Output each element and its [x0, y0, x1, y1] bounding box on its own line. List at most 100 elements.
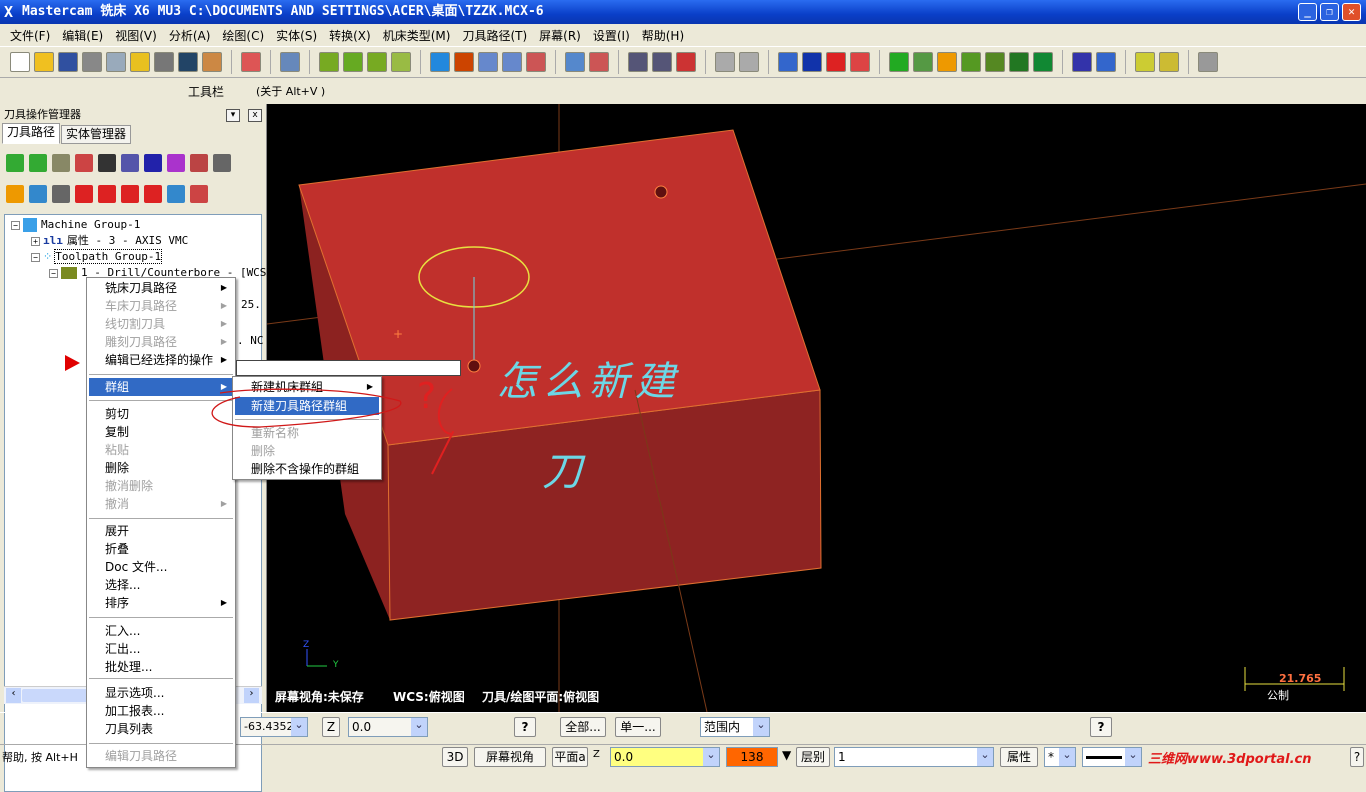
toolbar-button-icon[interactable]: [1009, 52, 1029, 72]
point-style-dropdown[interactable]: *: [1044, 747, 1076, 767]
tree-node-properties[interactable]: + ılı 属性 - 3 - AXIS VMC: [31, 233, 188, 249]
menu-item[interactable]: 汇出...: [89, 640, 233, 658]
menu-item[interactable]: 展开: [89, 522, 233, 540]
toolbar-button-icon[interactable]: [850, 52, 870, 72]
close-button[interactable]: ✕: [1342, 3, 1361, 21]
toolbar-button-icon[interactable]: [58, 52, 78, 72]
menu-item[interactable]: 加工报表...: [89, 702, 233, 720]
3d-toggle-button[interactable]: 3D: [442, 747, 468, 767]
menu-item[interactable]: 铣床刀具路径 ▶: [89, 279, 233, 297]
menu-item[interactable]: 删除: [89, 459, 233, 477]
line-style-dropdown[interactable]: [1082, 747, 1142, 767]
toolbar-button-icon[interactable]: [1072, 52, 1092, 72]
z-lock-button[interactable]: Z: [322, 717, 340, 737]
toolbar-button-icon[interactable]: [1135, 52, 1155, 72]
toolpath-command-icon[interactable]: [144, 154, 162, 172]
toolbar-button-icon[interactable]: [280, 52, 300, 72]
toolpath-command-icon[interactable]: [29, 185, 47, 203]
toolpath-command-icon[interactable]: [52, 154, 70, 172]
toolbar-button-icon[interactable]: [478, 52, 498, 72]
toolbar-button-icon[interactable]: [676, 52, 696, 72]
toolbar-button-icon[interactable]: [178, 52, 198, 72]
select-single-button[interactable]: 单一...: [615, 717, 661, 737]
scroll-thumb[interactable]: [22, 689, 92, 702]
level-field[interactable]: 1: [834, 747, 994, 767]
menu-item[interactable]: 实体(S): [270, 27, 323, 44]
selection-mode-dropdown[interactable]: 范围内: [700, 717, 770, 737]
toolbar-button-icon[interactable]: [367, 52, 387, 72]
toolbar-button-icon[interactable]: [454, 52, 474, 72]
toolbar-button-icon[interactable]: [1198, 52, 1218, 72]
menu-item[interactable]: 视图(V): [109, 27, 163, 44]
toolbar-button-icon[interactable]: [889, 52, 909, 72]
toolpath-command-icon[interactable]: [167, 154, 185, 172]
toolpath-command-icon[interactable]: [98, 154, 116, 172]
menu-item[interactable]: 刀具列表: [89, 720, 233, 738]
toolbar-button-icon[interactable]: [739, 52, 759, 72]
toolpath-command-icon[interactable]: [121, 185, 139, 203]
help-icon[interactable]: ?: [1090, 717, 1112, 737]
menu-item[interactable]: 批处理...: [89, 658, 233, 676]
z-depth-field[interactable]: 0.0: [610, 747, 720, 767]
toolbar-button-icon[interactable]: [1159, 52, 1179, 72]
insert-arrow-icon[interactable]: [65, 355, 80, 371]
menu-item[interactable]: 车床刀具路径 ▶: [89, 297, 233, 315]
toolpath-command-icon[interactable]: [144, 185, 162, 203]
menu-item[interactable]: 删除不含操作的群組: [235, 460, 379, 478]
toolbar-button-icon[interactable]: [1033, 52, 1053, 72]
toolpath-command-icon[interactable]: [190, 185, 208, 203]
menu-item[interactable]: 机床类型(M): [377, 27, 457, 44]
toolpath-command-icon[interactable]: [121, 154, 139, 172]
toolpath-command-icon[interactable]: [75, 185, 93, 203]
menu-item[interactable]: Doc 文件...: [89, 558, 233, 576]
color-dropdown-icon[interactable]: ▼: [782, 748, 791, 762]
toolbar-button-icon[interactable]: [565, 52, 585, 72]
toolpath-command-icon[interactable]: [98, 185, 116, 203]
z-value-field[interactable]: 0.0: [348, 717, 428, 737]
menu-item[interactable]: 设置(I): [587, 27, 636, 44]
tree-node-toolpath-group[interactable]: − ⁘ Toolpath Group-1: [31, 249, 163, 265]
toolbar-button-icon[interactable]: [34, 52, 54, 72]
toolbar-button-icon[interactable]: [961, 52, 981, 72]
toolbar-button-icon[interactable]: [937, 52, 957, 72]
menu-item[interactable]: 显示选项...: [89, 684, 233, 702]
select-all-button[interactable]: 全部...: [560, 717, 606, 737]
toolpath-command-icon[interactable]: [6, 185, 24, 203]
toolbar-button-icon[interactable]: [826, 52, 846, 72]
toolbar-button-icon[interactable]: [241, 52, 261, 72]
toolbar-button-icon[interactable]: [202, 52, 222, 72]
tree-node-machine-group[interactable]: − Machine Group-1: [11, 217, 140, 233]
menu-item[interactable]: 排序 ▶: [89, 594, 233, 612]
scroll-left-button[interactable]: ‹: [6, 688, 21, 703]
tab-solids-manager[interactable]: 实体管理器: [61, 125, 132, 144]
menu-item[interactable]: 绘图(C): [216, 27, 270, 44]
minimize-button[interactable]: _: [1298, 3, 1317, 21]
toolbar-button-icon[interactable]: [130, 52, 150, 72]
level-button[interactable]: 层别: [796, 747, 830, 767]
menu-item[interactable]: 折叠: [89, 540, 233, 558]
help-icon[interactable]: ?: [1350, 747, 1364, 767]
toolbar-button-icon[interactable]: [391, 52, 411, 72]
toolbar-button-icon[interactable]: [802, 52, 822, 72]
tab-toolpaths[interactable]: 刀具路径: [2, 123, 61, 144]
toolpath-command-icon[interactable]: [167, 185, 185, 203]
menu-item[interactable]: 撤消删除: [89, 477, 233, 495]
toolbar-button-icon[interactable]: [343, 52, 363, 72]
toolbar-button-icon[interactable]: [82, 52, 102, 72]
screen-view-button[interactable]: 屏幕视角: [474, 747, 546, 767]
toolbar-button-icon[interactable]: [106, 52, 126, 72]
plane-button[interactable]: 平面a: [552, 747, 588, 767]
panel-menu-button[interactable]: ▾: [226, 109, 240, 122]
toolbar-button-icon[interactable]: [652, 52, 672, 72]
menu-item[interactable]: 编辑已经选择的操作 ▶: [89, 351, 233, 369]
menu-item[interactable]: 粘贴: [89, 441, 233, 459]
menu-item[interactable]: 文件(F): [4, 27, 56, 44]
toolbar-button-icon[interactable]: [985, 52, 1005, 72]
menu-item[interactable]: 雕刻刀具路径 ▶: [89, 333, 233, 351]
toolpath-command-icon[interactable]: [190, 154, 208, 172]
help-icon[interactable]: ?: [514, 717, 536, 737]
menu-item[interactable]: 刀具路径(T): [456, 27, 533, 44]
toolbar-button-icon[interactable]: [628, 52, 648, 72]
toolbar-button-icon[interactable]: [154, 52, 174, 72]
menu-item[interactable]: 编辑(E): [56, 27, 109, 44]
